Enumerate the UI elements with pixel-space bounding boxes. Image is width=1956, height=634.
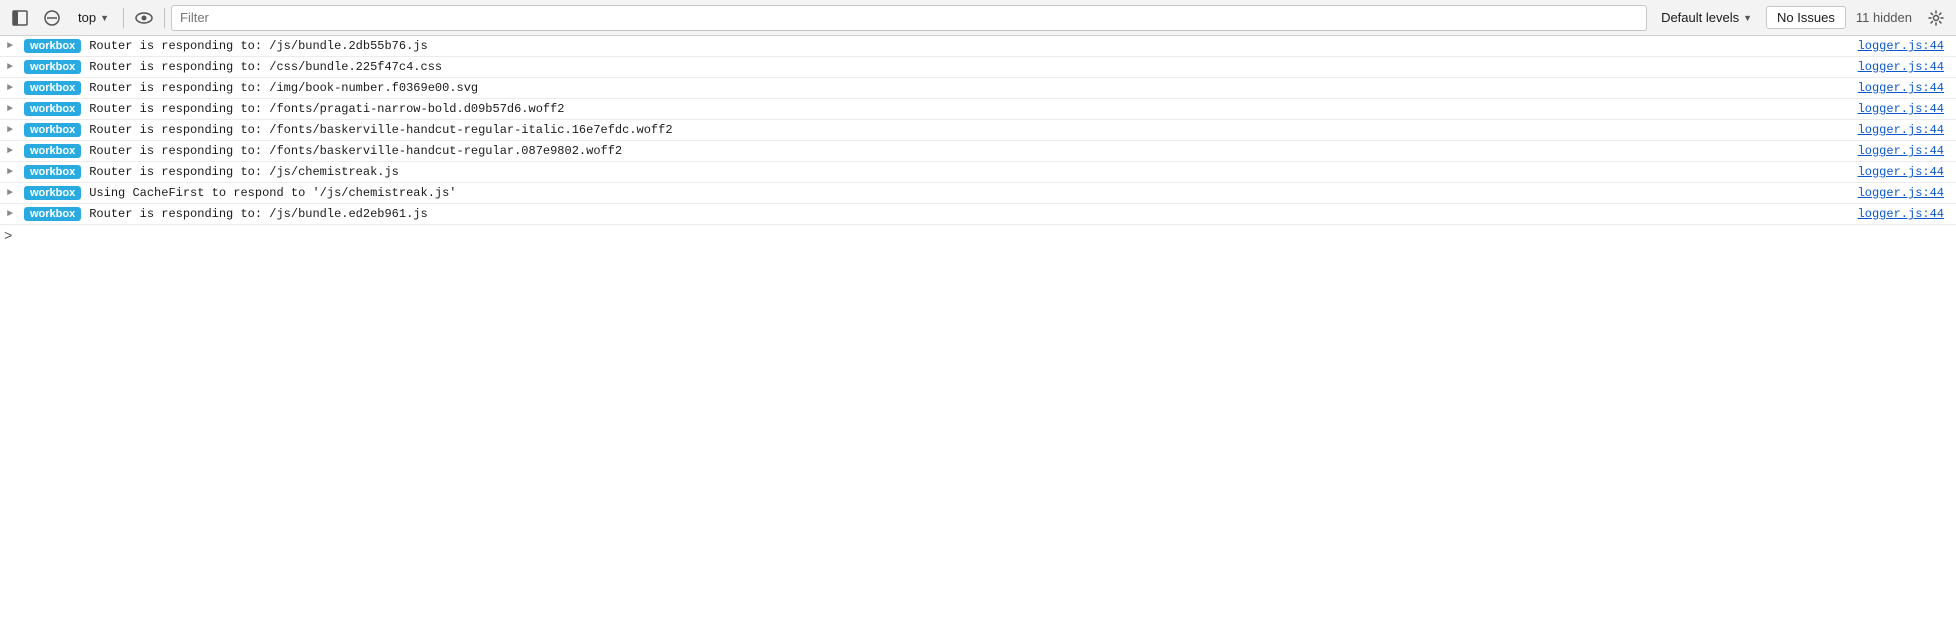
log-message: Router is responding to: /fonts/baskervi… [89, 144, 1857, 158]
workbox-badge: workbox [24, 60, 81, 74]
cursor-prompt[interactable]: > [4, 229, 12, 245]
log-source-link[interactable]: logger.js:44 [1858, 81, 1956, 95]
log-row: ► workbox Router is responding to: /js/b… [0, 204, 1956, 225]
log-list: ► workbox Router is responding to: /js/b… [0, 36, 1956, 225]
log-message: Router is responding to: /img/book-numbe… [89, 81, 1857, 95]
log-row: ► workbox Router is responding to: /font… [0, 141, 1956, 162]
log-source-link[interactable]: logger.js:44 [1858, 144, 1956, 158]
context-dropdown-arrow: ▼ [100, 13, 109, 23]
no-issues-button[interactable]: No Issues [1766, 6, 1846, 29]
levels-button[interactable]: Default levels ▼ [1651, 7, 1762, 28]
workbox-badge: workbox [24, 81, 81, 95]
expand-arrow[interactable]: ► [0, 83, 16, 94]
workbox-badge: workbox [24, 39, 81, 53]
log-source-link[interactable]: logger.js:44 [1858, 102, 1956, 116]
log-row: ► workbox Router is responding to: /js/b… [0, 36, 1956, 57]
workbox-badge: workbox [24, 102, 81, 116]
levels-label: Default levels [1661, 10, 1739, 25]
workbox-badge: workbox [24, 165, 81, 179]
log-message: Router is responding to: /fonts/pragati-… [89, 102, 1857, 116]
clear-button[interactable] [38, 5, 66, 31]
expand-arrow[interactable]: ► [0, 104, 16, 115]
levels-arrow: ▼ [1743, 13, 1752, 23]
log-row: ► workbox Router is responding to: /font… [0, 99, 1956, 120]
devtools-toolbar: top ▼ Default levels ▼ No Issues 11 hidd… [0, 0, 1956, 36]
hidden-count: 11 hidden [1850, 10, 1918, 25]
log-source-link[interactable]: logger.js:44 [1858, 165, 1956, 179]
no-entry-icon [44, 10, 60, 26]
log-source-link[interactable]: logger.js:44 [1858, 39, 1956, 53]
sidebar-icon [12, 10, 28, 26]
log-source-link[interactable]: logger.js:44 [1858, 123, 1956, 137]
filter-input[interactable] [171, 5, 1647, 31]
log-source-link[interactable]: logger.js:44 [1858, 207, 1956, 221]
log-row: ► workbox Router is responding to: /img/… [0, 78, 1956, 99]
eye-button[interactable] [130, 5, 158, 31]
workbox-badge: workbox [24, 123, 81, 137]
log-row: ► workbox Router is responding to: /font… [0, 120, 1956, 141]
expand-arrow[interactable]: ► [0, 146, 16, 157]
eye-icon [135, 11, 153, 25]
context-selector[interactable]: top ▼ [70, 8, 117, 27]
expand-arrow[interactable]: ► [0, 188, 16, 199]
expand-arrow[interactable]: ► [0, 209, 16, 220]
log-source-link[interactable]: logger.js:44 [1858, 186, 1956, 200]
log-row: ► workbox Router is responding to: /js/c… [0, 162, 1956, 183]
sidebar-toggle-button[interactable] [6, 5, 34, 31]
log-source-link[interactable]: logger.js:44 [1858, 60, 1956, 74]
gear-icon [1928, 10, 1944, 26]
log-message: Router is responding to: /js/bundle.ed2e… [89, 207, 1857, 221]
log-message: Router is responding to: /css/bundle.225… [89, 60, 1857, 74]
toolbar-divider-1 [123, 8, 124, 28]
log-message: Router is responding to: /fonts/baskervi… [89, 123, 1857, 137]
log-message: Using CacheFirst to respond to '/js/chem… [89, 186, 1857, 200]
context-label: top [78, 10, 96, 25]
workbox-badge: workbox [24, 144, 81, 158]
expand-arrow[interactable]: ► [0, 167, 16, 178]
log-message: Router is responding to: /js/bundle.2db5… [89, 39, 1857, 53]
settings-button[interactable] [1922, 5, 1950, 31]
workbox-badge: workbox [24, 207, 81, 221]
expand-arrow[interactable]: ► [0, 125, 16, 136]
expand-arrow[interactable]: ► [0, 62, 16, 73]
toolbar-divider-2 [164, 8, 165, 28]
workbox-badge: workbox [24, 186, 81, 200]
log-message: Router is responding to: /js/chemistreak… [89, 165, 1857, 179]
expand-arrow[interactable]: ► [0, 41, 16, 52]
log-row: ► workbox Router is responding to: /css/… [0, 57, 1956, 78]
no-issues-label: No Issues [1777, 10, 1835, 25]
cursor-row[interactable]: > [0, 225, 1956, 249]
log-row: ► workbox Using CacheFirst to respond to… [0, 183, 1956, 204]
